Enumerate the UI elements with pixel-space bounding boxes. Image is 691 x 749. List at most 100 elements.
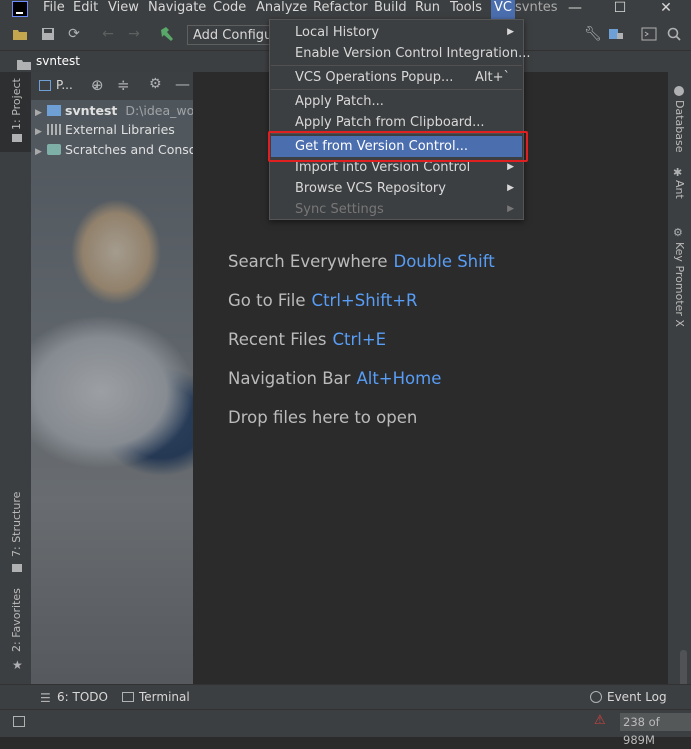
menu-item-shortcut: Alt+` [475, 70, 510, 85]
project-pane: P... ⌄ ⊕ ≑ ⚙ — ▶svntest D:\idea_work ▶Ex… [31, 72, 193, 684]
menu-item-label: Apply Patch from Clipboard... [295, 115, 485, 130]
locate-target-icon[interactable]: ⊕ [91, 76, 104, 94]
menu-separator [271, 65, 522, 66]
menu-separator [271, 89, 522, 90]
memory-indicator[interactable]: 238 of 989M [620, 713, 691, 747]
menu-tools[interactable]: Tools [447, 0, 485, 19]
hint-search-everywhere: Search Everywhere Double Shift [228, 252, 495, 271]
build-hammer-icon[interactable] [158, 26, 174, 42]
menu-item-browse-vcs-repository[interactable]: Browse VCS Repository ▶ [271, 178, 522, 199]
terminal-icon [122, 692, 134, 702]
key-promoter-icon: ⚙ [673, 226, 683, 239]
search-icon[interactable] [666, 26, 682, 42]
menu-item-apply-patch[interactable]: Apply Patch... [271, 91, 522, 112]
tree-row-path: D:\idea_work [125, 103, 193, 118]
tree-row-project[interactable]: ▶svntest D:\idea_work [35, 101, 193, 121]
menu-item-apply-patch-clipboard[interactable]: Apply Patch from Clipboard... [271, 112, 522, 133]
structure-tab-icon [12, 564, 22, 572]
error-indicator-icon[interactable]: ⚠ [594, 713, 606, 728]
highlight-annotation-box [268, 131, 528, 162]
tab-database[interactable]: Database [673, 100, 686, 153]
tab-terminal[interactable]: Terminal [139, 690, 190, 704]
menu-file[interactable]: File [40, 0, 68, 19]
menu-navigate[interactable]: Navigate [145, 0, 209, 19]
menu-item-label: Sync Settings [295, 202, 384, 217]
settings-wrench-icon[interactable]: 🔧︎ [584, 26, 602, 42]
expand-arrow-icon[interactable]: ▶ [35, 142, 47, 162]
hint-text: Search Everywhere [228, 252, 388, 271]
back-icon[interactable]: ← [100, 26, 116, 42]
ant-icon: ✱ [673, 166, 683, 179]
menu-item-label: Enable Version Control Integration... [295, 46, 531, 61]
tree-row-label: Scratches and Conso [65, 142, 193, 157]
menu-item-sync-settings: Sync Settings ▶ [271, 199, 522, 220]
tree-row-external-libraries[interactable]: ▶ External Libraries [35, 120, 175, 140]
vcs-menu-dropdown: Local History ▶ Enable Version Control In… [269, 19, 531, 220]
toggle-tool-windows-icon[interactable] [13, 716, 25, 727]
menu-code[interactable]: Code [210, 0, 249, 19]
hint-text: Go to File [228, 291, 306, 310]
menu-item-label: VCS Operations Popup... [295, 70, 454, 85]
star-icon: ★ [12, 658, 23, 672]
project-tab-icon [12, 134, 22, 142]
hide-pane-icon[interactable]: — [175, 75, 190, 93]
scratches-icon [47, 144, 61, 155]
tab-ant[interactable]: Ant [673, 180, 686, 199]
tab-project[interactable]: 1: Project [10, 78, 23, 130]
maximize-button[interactable]: ☐ [600, 0, 640, 19]
open-folder-icon[interactable] [12, 26, 28, 42]
expand-arrow-icon[interactable]: ▶ [35, 122, 47, 142]
folder-icon [17, 56, 31, 70]
menu-item-label: Apply Patch... [295, 94, 384, 109]
gear-icon[interactable]: ⚙ [149, 76, 162, 92]
close-button[interactable]: ✕ [646, 0, 686, 19]
hint-shortcut: Alt+Home [356, 369, 442, 388]
todo-list-icon: ☰ [40, 691, 51, 705]
collapse-all-icon[interactable]: ≑ [117, 76, 130, 94]
hint-go-to-file: Go to File Ctrl+Shift+R [228, 291, 418, 310]
hint-text: Recent Files [228, 330, 327, 349]
menu-refactor[interactable]: Refactor [310, 0, 371, 19]
save-icon[interactable] [40, 26, 56, 42]
menu-item-label: Browse VCS Repository [295, 181, 446, 196]
hint-recent-files: Recent Files Ctrl+E [228, 330, 386, 349]
tab-favorites[interactable]: 2: Favorites [10, 588, 23, 652]
tree-row-label: svntest [65, 103, 118, 118]
submenu-arrow-icon: ▶ [507, 183, 514, 193]
tab-key-promoter-x[interactable]: Key Promoter X [673, 242, 686, 327]
tab-todo[interactable]: 6: TODO [57, 690, 108, 704]
menu-edit[interactable]: Edit [70, 0, 101, 19]
hint-shortcut: Ctrl+Shift+R [311, 291, 418, 310]
hint-text: Navigation Bar [228, 369, 351, 388]
libraries-icon [47, 124, 61, 135]
minimize-button[interactable]: — [555, 0, 595, 19]
submenu-arrow-icon: ▶ [507, 27, 514, 37]
tree-row-label: External Libraries [65, 122, 175, 137]
refresh-icon[interactable]: ⟳ [66, 26, 82, 42]
tab-structure[interactable]: 7: Structure [10, 492, 23, 557]
menu-item-vcs-operations-popup[interactable]: VCS Operations Popup... Alt+` [271, 67, 522, 88]
hint-text: Drop files here to open [228, 408, 418, 427]
terminal-window-icon[interactable] [641, 26, 657, 42]
event-log-icon [590, 691, 602, 703]
project-folder-icon [47, 105, 61, 116]
menu-item-label: Local History [295, 25, 380, 40]
menu-run[interactable]: Run [412, 0, 443, 19]
hint-shortcut: Double Shift [393, 252, 495, 271]
project-pane-header: P... ⌄ ⊕ ≑ ⚙ — [31, 72, 193, 100]
menu-item-local-history[interactable]: Local History ▶ [271, 22, 522, 43]
menu-item-enable-vcs-integration[interactable]: Enable Version Control Integration... [271, 43, 531, 64]
hint-drop-files: Drop files here to open [228, 408, 417, 427]
tree-row-scratches[interactable]: ▶ Scratches and Conso [35, 140, 193, 160]
forward-icon[interactable]: → [126, 26, 142, 42]
left-tool-strip: 1: Project 7: Structure ★ 2: Favorites [0, 72, 31, 684]
database-icon [674, 86, 684, 96]
tab-event-log[interactable]: Event Log [607, 690, 667, 704]
menu-build[interactable]: Build [371, 0, 410, 19]
project-structure-icon[interactable] [608, 26, 624, 42]
submenu-arrow-icon: ▶ [507, 204, 514, 214]
breadcrumb-project[interactable]: svntest [36, 51, 80, 71]
menu-view[interactable]: View [105, 0, 142, 19]
project-view-selector[interactable]: P... [56, 78, 73, 92]
menu-analyze[interactable]: Analyze [253, 0, 310, 19]
